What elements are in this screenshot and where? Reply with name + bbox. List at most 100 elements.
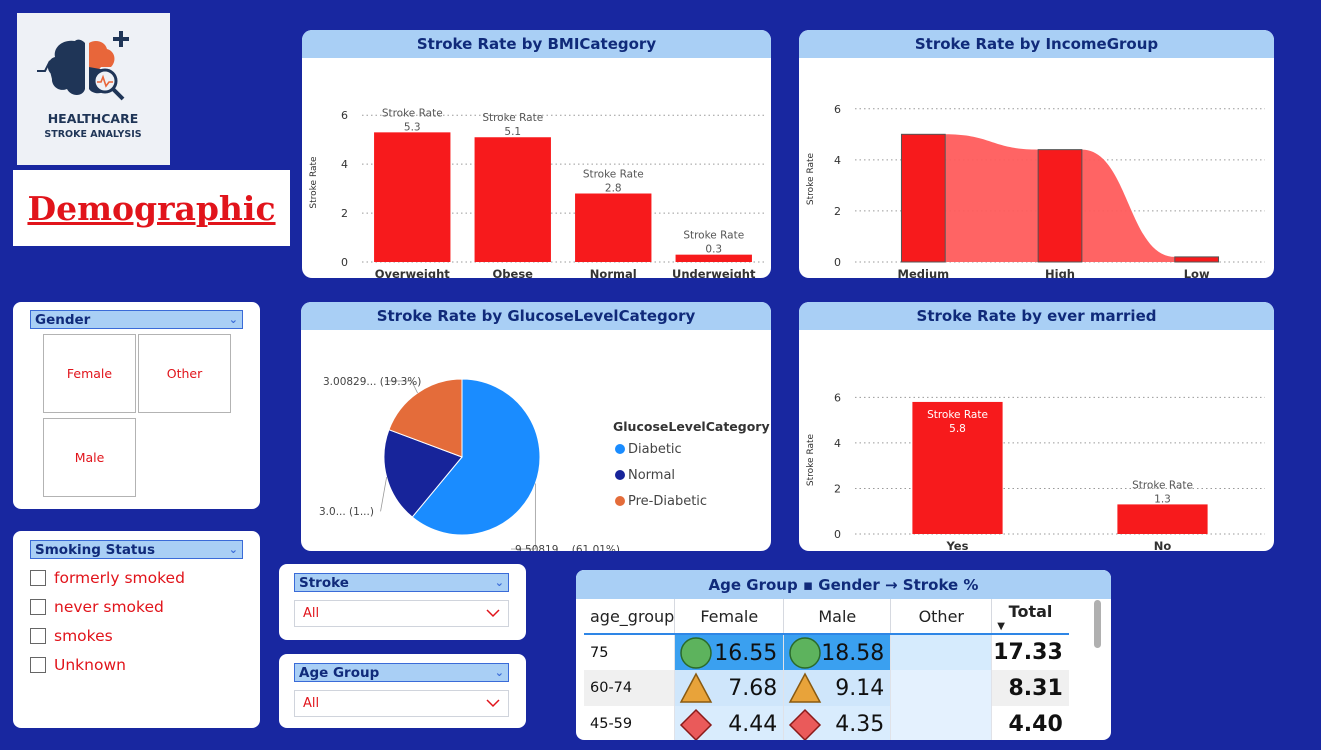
y-tick-label: 4: [834, 154, 841, 167]
data-label-value: 5.1: [504, 126, 521, 138]
gender-tile-male[interactable]: Male: [43, 418, 136, 497]
age-group-cell: 60-74: [584, 670, 676, 706]
col-header-total[interactable]: Total ▼: [992, 599, 1069, 634]
male-value: 9.14: [835, 676, 885, 701]
col-header-age-group[interactable]: age_group: [584, 599, 676, 634]
smoking-option-never-smoked[interactable]: never smoked: [30, 598, 243, 616]
checkbox[interactable]: [30, 628, 46, 644]
chevron-down-icon[interactable]: ⌄: [495, 666, 504, 679]
x-tick-label: Underweight: [672, 267, 756, 278]
data-label-prefix: Stroke Rate: [683, 230, 744, 242]
other-cell: [890, 634, 993, 670]
yellow-triangle-icon: [788, 672, 822, 710]
y-tick-label: 4: [341, 158, 348, 171]
total-cell: 8.31: [992, 670, 1069, 706]
chart-title: Stroke Rate by GlucoseLevelCategory: [301, 302, 771, 330]
y-tick-label: 0: [341, 256, 348, 269]
stroke-slicer: Stroke ⌄ All: [279, 564, 526, 640]
chevron-down-icon[interactable]: ⌄: [229, 543, 238, 556]
stroke-slicer-title: Stroke: [299, 574, 349, 591]
glucose-pie-chart: 9.50819... (61.01%) 3.0... (1...) 3.00829.…: [319, 376, 770, 551]
bar: [1037, 149, 1083, 263]
col-header-female[interactable]: Female: [674, 599, 785, 634]
gender-tile-other[interactable]: Other: [138, 334, 231, 413]
table-row[interactable]: 75 16.55 18.58 17.33: [584, 634, 1069, 670]
female-value: 16.55: [714, 641, 778, 666]
table-row[interactable]: 45-59 4.44 4.35 4.40: [584, 706, 1069, 740]
data-label-value: 5.8: [949, 423, 966, 435]
y-tick-label: 6: [341, 109, 348, 122]
married-chart-card[interactable]: Stroke Rate by ever married 0 2 4 6 Stroke R…: [799, 302, 1274, 551]
stroke-dropdown[interactable]: All: [294, 600, 509, 627]
chevron-down-icon[interactable]: [486, 609, 500, 618]
data-label-prefix: Stroke Rate: [382, 107, 443, 119]
red-diamond-icon: [679, 708, 713, 740]
chevron-down-icon[interactable]: ⌄: [229, 313, 238, 326]
y-tick-label: 6: [834, 391, 841, 404]
income-chart-card[interactable]: Stroke Rate by IncomeGroup 0 2 4 6 Stroke Ra…: [799, 30, 1274, 278]
col-header-male[interactable]: Male: [783, 599, 892, 634]
chart-title: Stroke Rate by ever married: [799, 302, 1274, 330]
data-label-value: 1.3: [1154, 493, 1171, 505]
col-header-other[interactable]: Other: [890, 599, 993, 634]
legend-marker: [615, 444, 625, 454]
y-tick-label: 2: [834, 205, 841, 218]
bar: [900, 133, 946, 263]
smoking-option-label: formerly smoked: [54, 569, 185, 587]
chevron-down-icon[interactable]: ⌄: [495, 576, 504, 589]
chevron-down-icon[interactable]: [486, 699, 500, 708]
gender-tile-label: Female: [66, 366, 113, 381]
gender-tile-female[interactable]: Female: [43, 334, 136, 413]
smoking-option-smokes[interactable]: smokes: [30, 627, 243, 645]
age-group-value: 75: [590, 644, 609, 661]
agegroup-dropdown[interactable]: All: [294, 690, 509, 717]
stroke-slicer-header[interactable]: Stroke ⌄: [294, 573, 509, 592]
table-row[interactable]: 60-74 7.68 9.14 8.31: [584, 670, 1069, 706]
age-group-value: 45-59: [590, 716, 633, 732]
legend-marker: [615, 470, 625, 480]
total-cell: 4.40: [992, 706, 1069, 740]
smoking-option-unknown[interactable]: Unknown: [30, 656, 243, 674]
total-value: 17.33: [993, 640, 1063, 665]
leader-line: [380, 477, 388, 512]
male-value: 18.58: [821, 641, 885, 666]
agegroup-dropdown-value: All: [303, 696, 320, 711]
healthcare-logo: HEALTHCARE STROKE ANALYSIS: [17, 13, 170, 165]
x-tick-label: High: [1045, 267, 1075, 278]
gender-tile-label: Male: [74, 450, 105, 465]
stroke-dropdown-value: All: [303, 606, 320, 621]
age-group-value: 60-74: [590, 680, 633, 696]
age-gender-matrix[interactable]: Age Group ▪ Gender → Stroke % age_group …: [576, 570, 1111, 740]
legend-marker: [615, 496, 625, 506]
logo-line1: HEALTHCARE: [48, 111, 139, 126]
female-value: 4.44: [728, 712, 778, 737]
bmi-chart-card[interactable]: Stroke Rate by BMICategory 0 2 4 6 Stroke Ra…: [302, 30, 771, 278]
data-label-value: 0.3: [705, 244, 722, 256]
x-tick-label: Medium: [898, 267, 950, 278]
male-value: 4.35: [835, 712, 885, 737]
smoking-option-label: smokes: [54, 627, 113, 645]
checkbox[interactable]: [30, 657, 46, 673]
sort-down-icon[interactable]: ▼: [992, 621, 1069, 632]
smoking-option-formerly-smoked[interactable]: formerly smoked: [30, 569, 243, 587]
smoking-slicer-header[interactable]: Smoking Status ⌄: [30, 540, 243, 559]
checkbox[interactable]: [30, 570, 46, 586]
matrix-scrollbar[interactable]: [1094, 600, 1101, 648]
gender-slicer: Gender ⌄ Female Other Male: [13, 302, 260, 509]
bar: [1117, 504, 1208, 534]
glucose-chart-card[interactable]: Stroke Rate by GlucoseLevelCategory 9.50…: [301, 302, 771, 551]
total-cell: 17.33: [992, 634, 1069, 670]
chart-title: Stroke Rate by BMICategory: [302, 30, 771, 58]
bar: [374, 132, 451, 262]
y-tick-label: 6: [834, 103, 841, 116]
legend-entry: Pre-Diabetic: [628, 494, 707, 509]
data-label-value: 2.8: [605, 183, 622, 195]
x-tick-label: Yes: [946, 539, 969, 551]
yellow-triangle-icon: [679, 672, 713, 710]
gender-slicer-header[interactable]: Gender ⌄: [30, 310, 243, 329]
checkbox[interactable]: [30, 599, 46, 615]
bar: [575, 193, 652, 262]
age-group-cell: 45-59: [584, 706, 676, 740]
slice-label: 3.00829... (19.3%): [323, 376, 421, 388]
agegroup-slicer-header[interactable]: Age Group ⌄: [294, 663, 509, 682]
